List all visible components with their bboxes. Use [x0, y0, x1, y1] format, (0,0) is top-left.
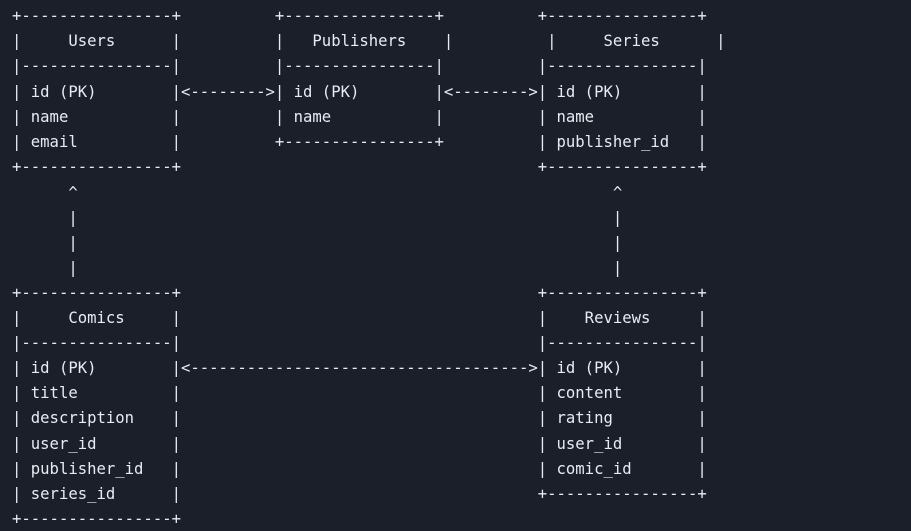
diagram-line: | user_id | | user_id | — [12, 435, 707, 453]
diagram-line: |----------------| |----------------| — [12, 334, 707, 352]
diagram-line: | | — [12, 234, 623, 252]
diagram-line: +----------------+ +----------------+ — [12, 284, 707, 302]
diagram-line: +----------------+ — [12, 510, 181, 528]
diagram-line: | id (PK) |<----------------------------… — [12, 359, 707, 377]
diagram-line: +----------------+ +----------------+ +-… — [12, 7, 707, 25]
diagram-line: | email | +----------------+ | publisher… — [12, 133, 707, 151]
diagram-line: | Users | | Publishers | | Series | — [12, 32, 726, 50]
diagram-line: | description | | rating | — [12, 409, 707, 427]
diagram-line: | series_id | +----------------+ — [12, 485, 707, 503]
diagram-line: ^ ^ — [12, 184, 623, 202]
ascii-er-diagram: +----------------+ +----------------+ +-… — [0, 0, 911, 531]
diagram-line: | id (PK) |<-------->| id (PK) |<-------… — [12, 83, 707, 101]
diagram-line: | | — [12, 209, 623, 227]
diagram-line: | Comics | | Reviews | — [12, 309, 707, 327]
diagram-line: +----------------+ +----------------+ — [12, 158, 707, 176]
diagram-line: | | — [12, 259, 623, 277]
diagram-line: | name | | name | | name | — [12, 108, 707, 126]
diagram-line: | publisher_id | | comic_id | — [12, 460, 707, 478]
diagram-line: |----------------| |----------------| |-… — [12, 57, 707, 75]
diagram-line: | title | | content | — [12, 384, 707, 402]
